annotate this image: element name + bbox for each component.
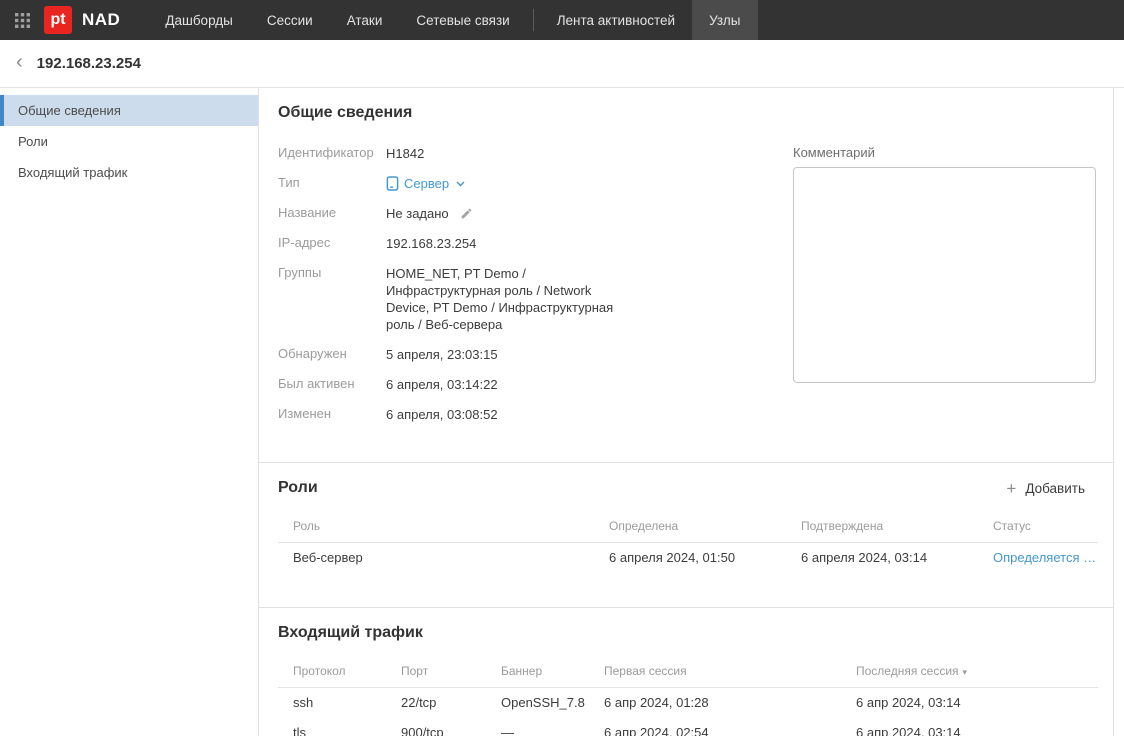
- traffic-col-last-session[interactable]: Последняя сессия▾: [856, 658, 1098, 688]
- apps-grid-icon[interactable]: [0, 13, 44, 28]
- traffic-cell-banner: OpenSSH_7.8: [501, 687, 604, 717]
- section-roles: Роли + Добавить Роль Определена Подтверж…: [259, 463, 1113, 573]
- traffic-cell-protocol: ssh: [278, 687, 401, 717]
- traffic-cell-first: 6 апр 2024, 02:54: [604, 717, 856, 736]
- field-label-discovered: Обнаружен: [278, 346, 386, 363]
- traffic-table-row[interactable]: tls 900/tcp — 6 апр 2024, 02:54 6 апр 20…: [278, 717, 1098, 736]
- section-traffic-title: Входящий трафик: [278, 624, 1095, 642]
- app-title: NAD: [82, 10, 120, 30]
- traffic-cell-first: 6 апр 2024, 01:28: [604, 687, 856, 717]
- sort-desc-icon: ▾: [963, 667, 968, 677]
- type-dropdown[interactable]: Сервер: [386, 175, 465, 192]
- field-label-type: Тип: [278, 175, 386, 192]
- page-title: 192.168.23.254: [37, 55, 141, 72]
- nav-item-attacks[interactable]: Атаки: [330, 0, 400, 40]
- edit-pencil-icon[interactable]: [460, 207, 473, 220]
- general-fields: Идентификатор H1842 Тип С: [278, 145, 793, 436]
- nav-item-sessions[interactable]: Сессии: [250, 0, 330, 40]
- roles-col-status[interactable]: Статус: [993, 513, 1098, 543]
- role-cell-name: Веб-сервер: [278, 543, 609, 573]
- traffic-cell-port: 900/tcp: [401, 717, 501, 736]
- traffic-col-port[interactable]: Порт: [401, 658, 501, 688]
- nav-divider: [533, 9, 534, 31]
- field-label-name: Название: [278, 205, 386, 222]
- comment-block: Комментарий: [793, 145, 1096, 436]
- sidebar-item-incoming-traffic[interactable]: Входящий трафик: [0, 157, 258, 188]
- nav-item-activity-feed[interactable]: Лента активностей: [540, 0, 692, 40]
- breadcrumb: ‹ 192.168.23.254: [0, 40, 1124, 88]
- traffic-table: Протокол Порт Баннер Первая сессия После…: [278, 658, 1098, 736]
- nav-item-dashboards[interactable]: Дашборды: [148, 0, 250, 40]
- roles-col-defined[interactable]: Определена: [609, 513, 801, 543]
- role-cell-defined: 6 апреля 2024, 01:50: [609, 543, 801, 573]
- role-cell-status[interactable]: Определяется …: [993, 543, 1098, 573]
- field-value-groups: HOME_NET, PT Demo / Инфраструктурная рол…: [386, 265, 616, 333]
- chevron-down-icon: [456, 181, 465, 187]
- nav-item-network-links[interactable]: Сетевые связи: [399, 0, 526, 40]
- server-icon: [386, 176, 399, 191]
- role-cell-confirmed: 6 апреля 2024, 03:14: [801, 543, 993, 573]
- traffic-cell-last: 6 апр 2024, 03:14: [856, 687, 1098, 717]
- plus-icon: +: [1006, 480, 1016, 497]
- roles-table: Роль Определена Подтверждена Статус Веб-…: [278, 513, 1098, 573]
- content-panel: Общие сведения Идентификатор H1842 Тип: [258, 88, 1114, 736]
- field-value-identifier: H1842: [386, 145, 424, 162]
- roles-col-role[interactable]: Роль: [278, 513, 609, 543]
- roles-table-row[interactable]: Веб-сервер 6 апреля 2024, 01:50 6 апреля…: [278, 543, 1098, 573]
- field-value-discovered: 5 апреля, 23:03:15: [386, 346, 498, 363]
- add-role-label: Добавить: [1025, 481, 1085, 496]
- section-general-title: Общие сведения: [278, 104, 1095, 122]
- field-label-modified: Изменен: [278, 406, 386, 423]
- sidebar-item-roles[interactable]: Роли: [0, 126, 258, 157]
- traffic-cell-protocol: tls: [278, 717, 401, 736]
- sidebar-item-general[interactable]: Общие сведения: [0, 95, 258, 126]
- sidebar: Общие сведения Роли Входящий трафик: [0, 88, 258, 736]
- add-role-button[interactable]: + Добавить: [1006, 480, 1095, 497]
- traffic-col-first-session[interactable]: Первая сессия: [604, 658, 856, 688]
- traffic-table-row[interactable]: ssh 22/tcp OpenSSH_7.8 6 апр 2024, 01:28…: [278, 687, 1098, 717]
- section-general: Общие сведения Идентификатор H1842 Тип: [259, 88, 1113, 462]
- traffic-cell-banner: —: [501, 717, 604, 736]
- traffic-cell-last: 6 апр 2024, 03:14: [856, 717, 1098, 736]
- type-value: Сервер: [404, 175, 449, 192]
- pt-logo[interactable]: pt: [44, 6, 72, 34]
- field-label-last-active: Был активен: [278, 376, 386, 393]
- nav-item-nodes[interactable]: Узлы: [692, 0, 757, 40]
- back-icon[interactable]: ‹: [14, 52, 29, 75]
- section-traffic: Входящий трафик Протокол Порт Баннер Пер…: [259, 608, 1113, 736]
- roles-col-confirmed[interactable]: Подтверждена: [801, 513, 993, 543]
- section-roles-title: Роли: [278, 479, 318, 497]
- field-label-groups: Группы: [278, 265, 386, 333]
- traffic-cell-port: 22/tcp: [401, 687, 501, 717]
- comment-textarea[interactable]: [793, 167, 1096, 383]
- field-label-ip: IP-адрес: [278, 235, 386, 252]
- traffic-col-protocol[interactable]: Протокол: [278, 658, 401, 688]
- traffic-col-banner[interactable]: Баннер: [501, 658, 604, 688]
- comment-label: Комментарий: [793, 145, 1096, 160]
- field-label-identifier: Идентификатор: [278, 145, 386, 162]
- top-navbar: pt NAD Дашборды Сессии Атаки Сетевые свя…: [0, 0, 1124, 40]
- field-value-modified: 6 апреля, 03:08:52: [386, 406, 498, 423]
- field-value-name: Не задано: [386, 206, 449, 221]
- field-value-ip: 192.168.23.254: [386, 235, 476, 252]
- field-value-last-active: 6 апреля, 03:14:22: [386, 376, 498, 393]
